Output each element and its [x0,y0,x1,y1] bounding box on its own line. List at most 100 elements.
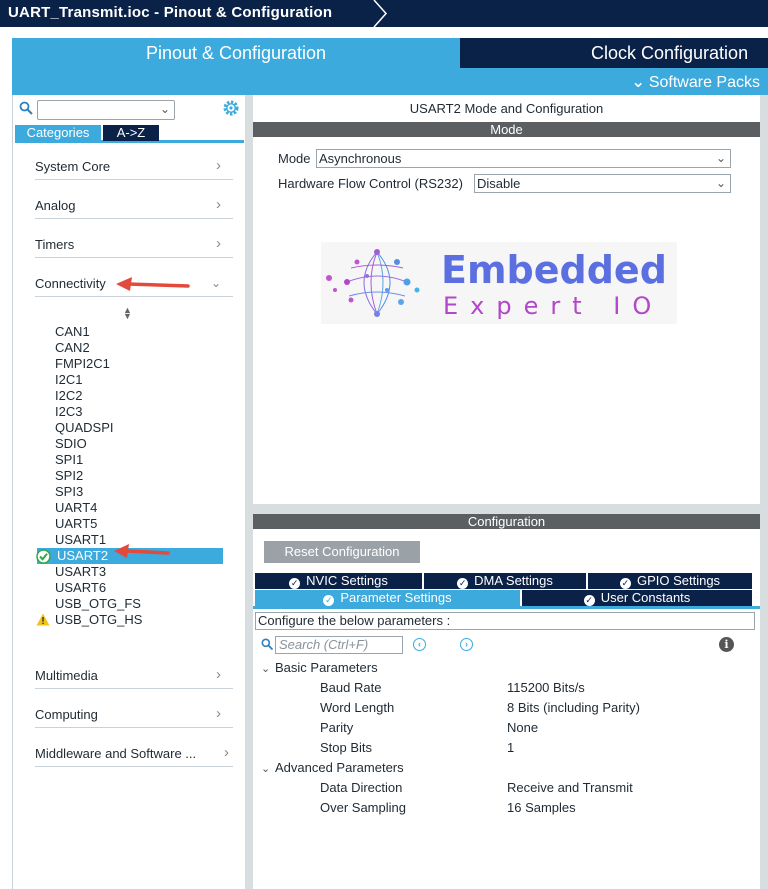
list-item-usart6[interactable]: USART6 [55,580,106,596]
check-circle-icon [36,549,51,564]
list-item-i2c1[interactable]: I2C1 [55,372,82,388]
chevron-down-icon: ⌄ [715,151,726,165]
flow-control-value: Disable [477,176,521,191]
chevron-right-icon: › [216,196,221,213]
list-item-can2[interactable]: CAN2 [55,340,90,356]
software-packs-menu[interactable]: ⌄ Software Packs [631,72,760,92]
tab-categories[interactable]: Categories [15,125,101,141]
main-tabs: Pinout & Configuration Clock Configurati… [12,38,768,68]
check-circle-icon: ✓ [457,578,469,589]
category-label: Connectivity [35,276,106,291]
window-title: UART_Transmit.ioc - Pinout & Configurati… [8,4,333,21]
category-computing[interactable]: Computing › [35,703,233,728]
list-item-usb-otg-hs[interactable]: USB_OTG_HS [55,612,142,628]
tab-parameter-settings[interactable]: ✓ Parameter Settings [255,590,520,606]
param-value: 115200 Bits/s [507,680,585,695]
check-circle-icon: ✓ [583,595,595,606]
list-item-sdio[interactable]: SDIO [55,436,87,452]
chevron-down-icon: ⌄ [261,663,271,675]
list-item-can1[interactable]: CAN1 [55,324,90,340]
list-item-usart3[interactable]: USART3 [55,564,106,580]
param-row-stop-bits[interactable]: Stop Bits 1 [320,740,750,756]
list-item-usb-otg-fs[interactable]: USB_OTG_FS [55,596,141,612]
category-label: Timers [35,237,75,252]
chevron-down-icon: ⌄ [631,74,645,91]
tab-clock-configuration[interactable]: Clock Configuration [460,38,768,68]
gear-icon[interactable] [222,99,240,117]
tab-label: User Constants [600,590,691,605]
param-row-baud-rate[interactable]: Baud Rate 115200 Bits/s [320,680,750,696]
param-value: None [507,720,539,735]
reset-configuration-button[interactable]: Reset Configuration [264,541,420,563]
parameter-search-input[interactable]: Search (Ctrl+F) [275,636,403,654]
tabs-underline [253,606,760,609]
mode-configuration-panel: USART2 Mode and Configuration Mode Mode … [253,95,760,889]
chevron-down-icon: ⌄ [715,176,726,190]
basic-parameters-group[interactable]: ⌄ Basic Parameters [261,660,378,676]
tab-nvic-settings[interactable]: ✓ NVIC Settings [255,573,422,589]
category-label: Computing [35,707,98,722]
flow-control-select[interactable]: Disable ⌄ [474,174,731,193]
tab-user-constants[interactable]: ✓ User Constants [522,590,752,606]
check-circle-icon: ✓ [289,578,301,589]
category-analog[interactable]: Analog › [35,194,233,219]
panel-splitter[interactable] [245,95,253,889]
mode-select[interactable]: Asynchronous ⌄ [316,149,731,168]
list-item-uart5[interactable]: UART5 [55,516,97,532]
tab-gpio-settings[interactable]: ✓ GPIO Settings [588,573,752,589]
param-value: 8 Bits (including Parity) [507,700,640,715]
param-name: Data Direction [320,780,403,795]
search-icon [261,638,273,650]
tab-dma-settings[interactable]: ✓ DMA Settings [424,573,586,589]
category-system-core[interactable]: System Core › [35,155,233,180]
category-search-combo[interactable]: ⌄ [37,100,175,120]
list-item-i2c2[interactable]: I2C2 [55,388,82,404]
warning-icon [36,613,50,626]
param-value: Receive and Transmit [507,780,633,795]
list-item-spi2[interactable]: SPI2 [55,468,83,484]
category-label: Multimedia [35,668,98,683]
param-name: Stop Bits [320,740,373,755]
tab-label: Parameter Settings [340,590,452,605]
param-row-parity[interactable]: Parity None [320,720,750,736]
logo-subtitle: Expert IO [443,292,664,320]
flow-control-label: Hardware Flow Control (RS232) [278,176,463,191]
tab-pinout-configuration[interactable]: Pinout & Configuration [12,38,460,68]
sort-icon[interactable]: ▲ ▼ [123,306,132,321]
category-middleware[interactable]: Middleware and Software ... › [35,742,233,767]
list-item-fmpi2c1[interactable]: FMPI2C1 [55,356,110,372]
category-multimedia[interactable]: Multimedia › [35,664,233,689]
list-item-i2c3[interactable]: I2C3 [55,404,82,420]
logo-title: Embedded [441,248,667,292]
mode-value: Asynchronous [319,151,402,166]
categories-panel: ⌄ Categories A->Z System Core › Analog ›… [12,95,245,889]
param-name: Parity [320,720,354,735]
search-previous-button[interactable]: ‹ [413,638,426,651]
param-row-data-direction[interactable]: Data Direction Receive and Transmit [320,780,750,796]
panel-title: USART2 Mode and Configuration [409,101,604,116]
panel-edge [760,95,768,889]
parameter-search-row: Search (Ctrl+F) ‹ › i [261,636,761,654]
search-icon [19,101,33,115]
list-item-spi3[interactable]: SPI3 [55,484,83,500]
list-item-quadspi[interactable]: QUADSPI [55,420,114,436]
view-toggle: Categories A->Z [15,125,244,143]
list-item-spi1[interactable]: SPI1 [55,452,83,468]
chevron-down-icon: ⌄ [261,763,271,775]
mode-header: Mode [253,122,760,137]
param-row-over-sampling[interactable]: Over Sampling 16 Samples [320,800,750,816]
info-icon[interactable]: i [719,637,734,652]
list-item-uart4[interactable]: UART4 [55,500,97,516]
category-timers[interactable]: Timers › [35,233,233,258]
arrow-left-icon [114,544,170,558]
chevron-right-icon: › [216,705,221,722]
check-circle-icon: ✓ [619,578,631,589]
configure-note: Configure the below parameters : [255,612,755,630]
tab-a-to-z[interactable]: A->Z [103,125,159,141]
list-item-usart1[interactable]: USART1 [55,532,106,548]
search-next-button[interactable]: › [460,638,473,651]
tab-label: NVIC Settings [306,573,388,588]
param-row-word-length[interactable]: Word Length 8 Bits (including Parity) [320,700,750,716]
advanced-parameters-group[interactable]: ⌄ Advanced Parameters [261,760,404,776]
configuration-header: Configuration [253,514,760,529]
